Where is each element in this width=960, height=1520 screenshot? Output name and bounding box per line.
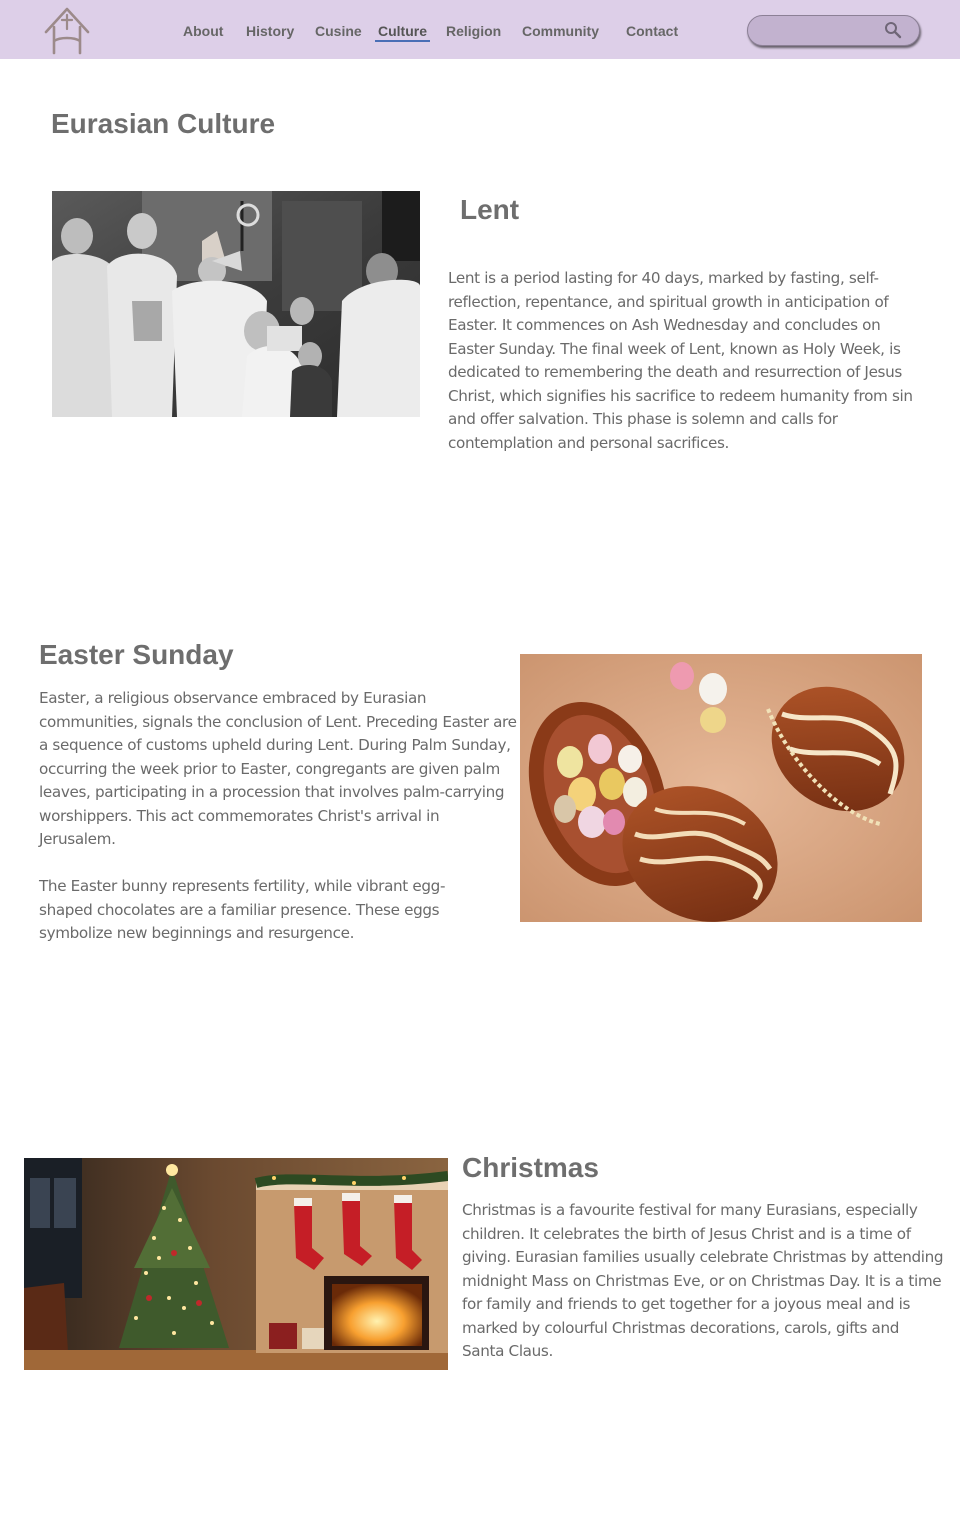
nav-link-religion[interactable]: Religion: [446, 22, 501, 40]
easter-heading: Easter Sunday: [39, 639, 234, 670]
nav-link-culture[interactable]: Culture: [378, 22, 427, 40]
active-nav-underline: [375, 40, 430, 42]
top-navbar: About History Cusine Culture Religion Co…: [0, 0, 960, 59]
easter-description: Easter, a religious observance embraced …: [39, 689, 517, 848]
nav-link-community[interactable]: Community: [522, 22, 599, 40]
lent-description: Lent is a period lasting for 40 days, ma…: [448, 269, 913, 452]
nav-link-about[interactable]: About: [183, 22, 223, 40]
nav-link-history[interactable]: History: [246, 22, 294, 40]
lent-photo: [52, 191, 420, 417]
lent-heading: Lent: [460, 194, 520, 225]
nav-link-contact[interactable]: Contact: [626, 22, 678, 40]
easter-eggs-photo: [520, 654, 922, 922]
page-title: Eurasian Culture: [51, 108, 276, 139]
christmas-description: Christmas is a favourite festival for ma…: [462, 1201, 944, 1360]
house-cross-logo-icon[interactable]: [42, 5, 92, 55]
easter-description-2: The Easter bunny represents fertility, w…: [39, 877, 446, 942]
christmas-photo: [24, 1158, 448, 1370]
nav-link-cusine[interactable]: Cusine: [315, 22, 362, 40]
christmas-heading: Christmas: [462, 1152, 599, 1183]
search-icon[interactable]: [884, 21, 902, 39]
